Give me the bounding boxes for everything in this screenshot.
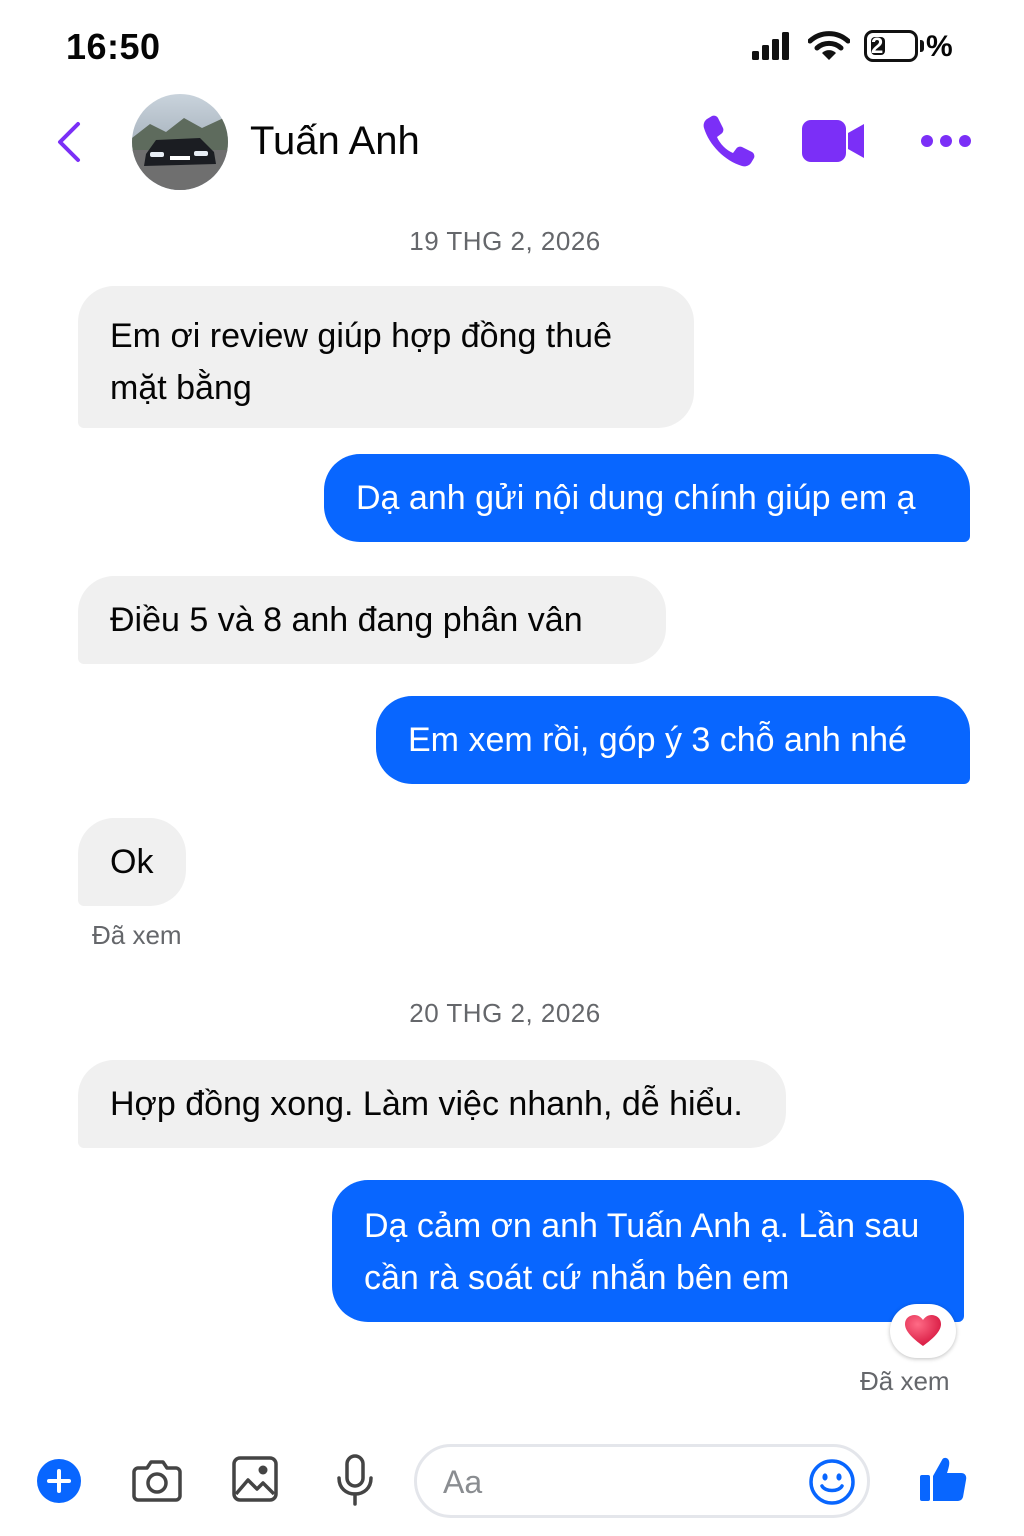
- message-input[interactable]: [443, 1455, 803, 1509]
- message-text-line: mặt bằng: [110, 369, 252, 407]
- message-text-line: Dạ cảm ơn anh Tuấn Anh ạ. Lần sau: [364, 1207, 920, 1245]
- battery-level: 2: [871, 33, 884, 58]
- seen-status: Đã xem: [92, 920, 182, 950]
- heart-icon: [905, 1315, 941, 1346]
- battery-icon: 2: [864, 30, 924, 62]
- image-icon[interactable]: [232, 1456, 278, 1502]
- phone-icon[interactable]: [700, 112, 758, 170]
- composer-bar: [0, 1426, 1024, 1536]
- message-text-line: cần rà soát cứ nhắn bên em: [364, 1259, 790, 1297]
- message-bubble-outgoing[interactable]: Em xem rồi, góp ý 3 chỗ anh nhé: [376, 696, 970, 784]
- message-bubble-incoming[interactable]: Hợp đồng xong. Làm việc nhanh, dễ hiểu.: [78, 1060, 786, 1148]
- cellular-signal-icon: [752, 32, 789, 60]
- emoji-icon[interactable]: [807, 1457, 857, 1507]
- date-separator: 19 THG 2, 2026: [409, 226, 601, 256]
- back-chevron-icon[interactable]: [50, 118, 86, 166]
- more-dots-icon[interactable]: [918, 126, 974, 156]
- contact-name[interactable]: Tuấn Anh: [250, 116, 420, 166]
- video-camera-icon[interactable]: [800, 118, 868, 164]
- message-input-box[interactable]: [414, 1444, 870, 1518]
- microphone-icon[interactable]: [334, 1454, 376, 1506]
- camera-icon[interactable]: [132, 1458, 182, 1502]
- chat-header: Tuấn Anh: [0, 92, 1024, 192]
- thumbs-up-icon[interactable]: [918, 1454, 968, 1504]
- plus-icon[interactable]: [36, 1458, 82, 1504]
- message-bubble-incoming[interactable]: Em ơi review giúp hợp đồng thuê mặt bằng: [78, 286, 694, 428]
- message-text-line: Em ơi review giúp hợp đồng thuê: [110, 317, 612, 355]
- avatar[interactable]: [132, 94, 228, 190]
- message-bubble-outgoing[interactable]: Dạ anh gửi nội dung chính giúp em ạ: [324, 454, 970, 542]
- message-bubble-incoming[interactable]: Ok: [78, 818, 186, 906]
- message-bubble-incoming[interactable]: Điều 5 và 8 anh đang phân vân: [78, 576, 666, 664]
- status-time: 16:50: [66, 26, 161, 67]
- message-bubble-outgoing[interactable]: Dạ cảm ơn anh Tuấn Anh ạ. Lần sau cần rà…: [332, 1180, 964, 1322]
- battery-percent-sign: %: [926, 30, 953, 63]
- date-separator: 20 THG 2, 2026: [409, 998, 601, 1028]
- seen-status: Đã xem: [860, 1366, 950, 1396]
- reaction-badge[interactable]: [890, 1304, 956, 1358]
- status-bar: 16:50 2 %: [0, 0, 1024, 92]
- wifi-icon: [808, 31, 850, 60]
